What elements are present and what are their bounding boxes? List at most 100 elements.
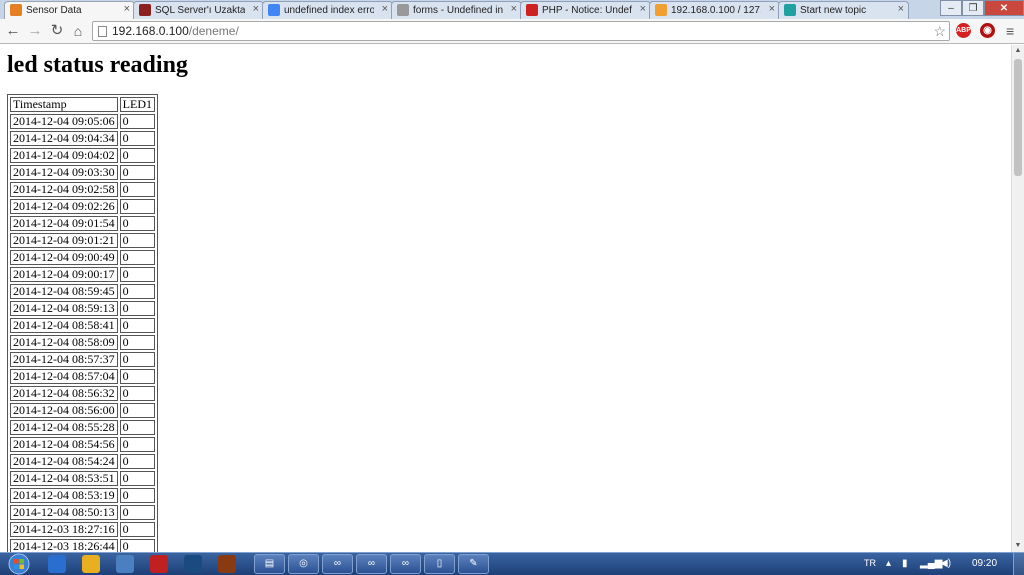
led-value-cell: 0 (119, 114, 155, 129)
table-row: 2014-12-04 08:57:37 0 (10, 352, 155, 367)
window-icon[interactable] (116, 555, 134, 573)
adobe-icon[interactable] (150, 555, 168, 573)
tab-title: PHP - Notice: Undefin (542, 5, 632, 16)
timestamp-cell: 2014-12-03 18:27:16 (10, 522, 118, 537)
table-row: 2014-12-04 09:02:26 0 (10, 199, 155, 214)
timestamp-cell: 2014-12-04 08:54:24 (10, 454, 118, 469)
window-controls: – ❐ ✕ (940, 0, 1024, 17)
chrome-menu-icon[interactable]: ≡ (1006, 23, 1014, 39)
adblock-plus-icon[interactable]: ABP (956, 23, 971, 38)
table-row: 2014-12-04 09:02:58 0 (10, 182, 155, 197)
taskbar-button[interactable]: ◎ (288, 554, 319, 574)
close-window-button[interactable]: ✕ (984, 0, 1024, 16)
taskbar-button[interactable]: ✎ (458, 554, 489, 574)
table-row: 2014-12-04 08:57:04 0 (10, 369, 155, 384)
clock[interactable]: 09:20 (972, 558, 997, 570)
table-row: 2014-12-04 08:53:19 0 (10, 488, 155, 503)
taskbar-button[interactable]: ▯ (424, 554, 455, 574)
tab-close-icon[interactable]: × (640, 3, 646, 16)
photoshop-icon[interactable] (184, 555, 202, 573)
browser-tab[interactable]: Sensor Data × (4, 1, 135, 19)
browser-tab[interactable]: Start new topic × (778, 1, 909, 19)
led-value-cell: 0 (119, 233, 155, 248)
scroll-down-arrow-icon[interactable]: ▼ (1012, 540, 1024, 552)
weather-icon[interactable] (82, 555, 100, 573)
arduino-icon: ∞ (333, 558, 342, 569)
timestamp-cell: 2014-12-04 08:57:04 (10, 369, 118, 384)
question-favicon (526, 4, 538, 16)
led-value-cell: 0 (119, 216, 155, 231)
tab-title: undefined index error (284, 5, 374, 16)
taskbar-button[interactable]: ∞ (390, 554, 421, 574)
table-row: 2014-12-04 09:04:02 0 (10, 148, 155, 163)
column-header: LED1 (119, 97, 155, 112)
timestamp-cell: 2014-12-04 09:04:34 (10, 131, 118, 146)
column-header: Timestamp (10, 97, 118, 112)
battery-icon[interactable]: ▮ (902, 557, 908, 571)
browser-tab[interactable]: PHP - Notice: Undefin × (520, 1, 651, 19)
maximize-button[interactable]: ❐ (962, 0, 984, 16)
led-value-cell: 0 (119, 386, 155, 401)
show-desktop-button[interactable] (1013, 553, 1024, 575)
led-value-cell: 0 (119, 403, 155, 418)
browser-tab[interactable]: 192.168.0.100 / 127.0.0 × (649, 1, 780, 19)
timestamp-cell: 2014-12-04 09:01:21 (10, 233, 118, 248)
illustrator-icon[interactable] (218, 555, 236, 573)
timestamp-cell: 2014-12-04 09:02:26 (10, 199, 118, 214)
table-row: 2014-12-04 09:00:17 0 (10, 267, 155, 282)
language-indicator[interactable]: TR (864, 557, 876, 569)
timestamp-cell: 2014-12-04 08:53:51 (10, 471, 118, 486)
tab-close-icon[interactable]: × (898, 3, 904, 16)
tab-close-icon[interactable]: × (769, 3, 775, 16)
ie-icon[interactable] (48, 555, 66, 573)
show-hidden-icons-icon[interactable]: ▴ (886, 557, 891, 571)
windows-start-orb-icon[interactable] (4, 553, 34, 575)
table-row: 2014-12-03 18:27:16 0 (10, 522, 155, 537)
scroll-up-arrow-icon[interactable]: ▲ (1012, 45, 1024, 57)
vertical-scrollbar[interactable]: ▲ ▼ (1011, 45, 1024, 552)
tab-close-icon[interactable]: × (382, 3, 388, 16)
taskbar-button[interactable]: ∞ (356, 554, 387, 574)
bookmark-star-icon[interactable]: ☆ (933, 22, 946, 40)
taskbar-button[interactable]: ∞ (322, 554, 353, 574)
led-value-cell: 0 (119, 454, 155, 469)
timestamp-cell: 2014-12-04 09:04:02 (10, 148, 118, 163)
table-row: 2014-12-04 08:50:13 0 (10, 505, 155, 520)
led-value-cell: 0 (119, 352, 155, 367)
tab-title: 192.168.0.100 / 127.0.0 (671, 5, 761, 16)
tab-title: forms - Undefined ind (413, 5, 503, 16)
table-row: 2014-12-04 08:55:28 0 (10, 420, 155, 435)
scrollbar-thumb[interactable] (1014, 59, 1022, 176)
led-status-table: Timestamp LED1 2014-12-04 09:05:06 0 2014-12… (7, 94, 158, 552)
timestamp-cell: 2014-12-04 09:01:54 (10, 216, 118, 231)
timestamp-cell: 2014-12-03 18:26:44 (10, 539, 118, 552)
browser-tab[interactable]: SQL Server'ı Uzaktan B × (133, 1, 264, 19)
tab-close-icon[interactable]: × (124, 3, 130, 16)
minimize-button[interactable]: – (940, 0, 962, 16)
volume-icon[interactable]: ◀) (940, 557, 951, 571)
timestamp-cell: 2014-12-04 09:05:06 (10, 114, 118, 129)
led-value-cell: 0 (119, 131, 155, 146)
browser-toolbar: ← → ↻ ⌂ 192.168.0.100/deneme/ ☆ ABP ◉ ≡ (0, 19, 1024, 44)
address-bar[interactable]: 192.168.0.100/deneme/ ☆ (92, 21, 950, 41)
led-value-cell: 0 (119, 284, 155, 299)
stop-extension-icon[interactable]: ◉ (980, 23, 995, 38)
forward-button[interactable]: → (27, 22, 43, 40)
browser-tab[interactable]: undefined index error × (262, 1, 393, 19)
led-value-cell: 0 (119, 420, 155, 435)
table-row: 2014-12-04 08:58:41 0 (10, 318, 155, 333)
tab-close-icon[interactable]: × (253, 3, 259, 16)
tab-close-icon[interactable]: × (511, 3, 517, 16)
browser-tab[interactable]: forms - Undefined ind × (391, 1, 522, 19)
back-button[interactable]: ← (5, 22, 21, 40)
url-text: 192.168.0.100/deneme/ (112, 24, 239, 38)
led-value-cell: 0 (119, 505, 155, 520)
windows-taskbar: ▤ ◎ ∞ ∞ ∞ ▯ ✎ TR ▴ ▮ ▂▄▆ ◀) 09:20 (0, 552, 1024, 575)
home-button[interactable]: ⌂ (70, 22, 86, 40)
led-value-cell: 0 (119, 335, 155, 350)
reload-button[interactable]: ↻ (49, 22, 65, 40)
table-row: 2014-12-04 08:54:24 0 (10, 454, 155, 469)
taskbar-button[interactable]: ▤ (254, 554, 285, 574)
table-header-row: Timestamp LED1 (10, 97, 155, 112)
led-value-cell: 0 (119, 318, 155, 333)
